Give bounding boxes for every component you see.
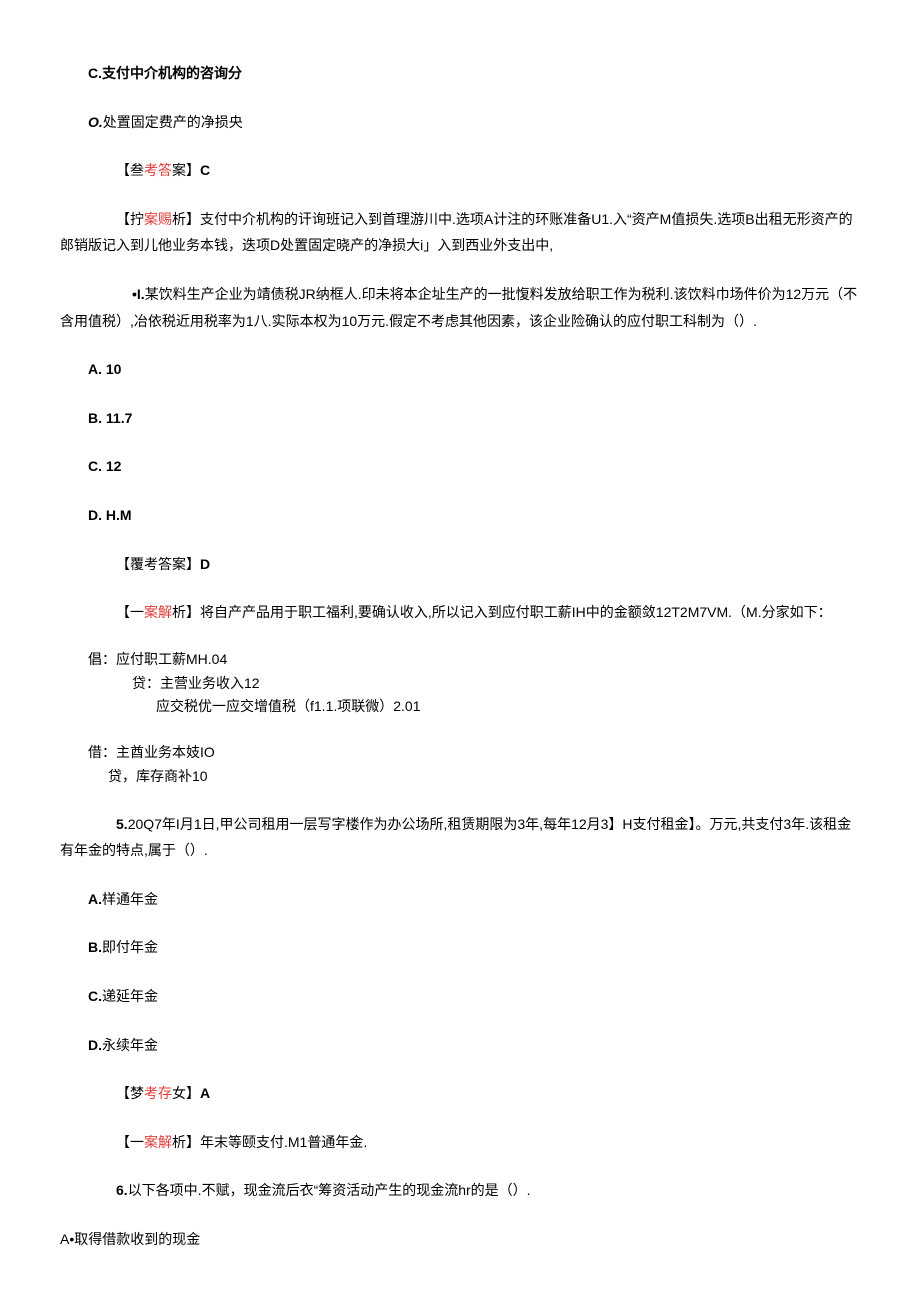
q3-answer-value: C (200, 162, 210, 178)
q3-option-d-prefix: O. (88, 114, 103, 130)
exp-bracket-close: 析】 (172, 604, 200, 620)
q4-entry-5: 贷，库存商补10 (60, 765, 860, 789)
q3-option-c: C.支付中介机构的咨询分 (60, 60, 860, 87)
q6-option-a: A•取得借款收到的现金 (60, 1226, 860, 1253)
q5-answer: 【梦考存女】A (60, 1080, 860, 1107)
exp-bracket-open: 【拧 (116, 211, 144, 227)
q5-explanation: 【一案解析】年末等颐支付.M1普通年金. (60, 1129, 860, 1156)
q4-journal-block-1: 倡：应付职工薪MH.04 贷：主营业务收入12 应交税优一应交增值税（f1.1.… (60, 648, 860, 719)
q6-stem: 6.以下各项中.不赋，现金流后衣“筹资活动产生的现金流hr的是（）. (60, 1177, 860, 1204)
ans-bracket-mid: 考存 (144, 1085, 172, 1101)
exp-bracket-mid: 案赐 (144, 211, 172, 227)
q4-journal-block-2: 借：主酋业务本妓IO 贷，库存商补10 (60, 741, 860, 789)
q4-explanation: 【一案解析】将自产产品用于职工福利,要确认收入,所以记入到应付职工薪IH中的金额… (60, 599, 860, 626)
q4-explanation-text: 将自产产品用于职工福利,要确认收入,所以记入到应付职工薪IH中的金额敛12T2M… (200, 604, 832, 620)
ans-bracket-mid: 考答 (144, 162, 172, 178)
q5-stem: 5.20Q7年I月1日,甲公司租用一层写字楼作为办公场所,租赁期限为3年,每年1… (60, 811, 860, 864)
q3-option-d: O.处置固定费产的净损央 (60, 109, 860, 136)
ans-bracket-open: 【梦 (116, 1085, 144, 1101)
exp-bracket-mid: 案解 (144, 604, 172, 620)
q5-option-b: B.即付年金 (60, 934, 860, 961)
q6-stem-text: 以下各项中.不赋，现金流后衣“筹资活动产生的现金流hr的是（）. (128, 1182, 531, 1198)
q4-stem-prefix: •I. (132, 286, 145, 302)
q4-stem-text: 某饮料生产企业为靖债税JR纳框人.印未将本企址生产的一批愎料发放给职工作为税利.… (60, 286, 857, 329)
q5-stem-text: 20Q7年I月1日,甲公司租用一层写字楼作为办公场所,租赁期限为3年,每年12月… (60, 816, 851, 859)
q4-option-b: B. 11.7 (60, 405, 860, 432)
q3-option-d-text: 处置固定费产的净损央 (103, 114, 243, 130)
exp-bracket-close: 析】 (172, 1134, 200, 1150)
q5-answer-value: A (200, 1085, 210, 1101)
q5-option-c: C.递延年金 (60, 983, 860, 1010)
exp-bracket-mid: 案解 (144, 1134, 172, 1150)
exp-bracket-open: 【一 (116, 1134, 144, 1150)
q4-entry-1: 倡：应付职工薪MH.04 (60, 648, 860, 672)
q4-entry-4: 借：主酋业务本妓IO (60, 741, 860, 765)
q3-explanation: 【拧案赐析】支付中介机构的讦询班记入到首理游川中.选项A计注的环账准备U1.入“… (60, 206, 860, 259)
q5-stem-prefix: 5. (116, 816, 128, 832)
q4-option-d: D. H.M (60, 502, 860, 529)
q5-option-a: A.样通年金 (60, 886, 860, 913)
q4-stem: •I.某饮料生产企业为靖债税JR纳框人.印未将本企址生产的一批愎料发放给职工作为… (60, 281, 860, 334)
q5-explanation-text: 年末等颐支付.M1普通年金. (200, 1134, 367, 1150)
q3-answer: 【叁考答案】C (60, 157, 860, 184)
q5-option-d: D.永续年金 (60, 1032, 860, 1059)
q4-option-a: A. 10 (60, 356, 860, 383)
ans-bracket-close: 女】 (172, 1085, 200, 1101)
q4-entry-3: 应交税优一应交增值税（f1.1.项联微）2.01 (60, 695, 860, 719)
q4-answer-value: D (200, 556, 210, 572)
q4-entry-2: 贷：主营业务收入12 (60, 672, 860, 696)
ans-bracket: 【覆考答案】 (116, 556, 200, 572)
q4-option-c: C. 12 (60, 453, 860, 480)
exp-bracket-close: 析】 (172, 211, 200, 227)
q4-answer: 【覆考答案】D (60, 551, 860, 578)
ans-bracket-close: 案】 (172, 162, 200, 178)
document-page: C.支付中介机构的咨询分 O.处置固定费产的净损央 【叁考答案】C 【拧案赐析】… (0, 0, 920, 1293)
q6-stem-prefix: 6. (116, 1182, 128, 1198)
ans-bracket-open: 【叁 (116, 162, 144, 178)
exp-bracket-open: 【一 (116, 604, 144, 620)
